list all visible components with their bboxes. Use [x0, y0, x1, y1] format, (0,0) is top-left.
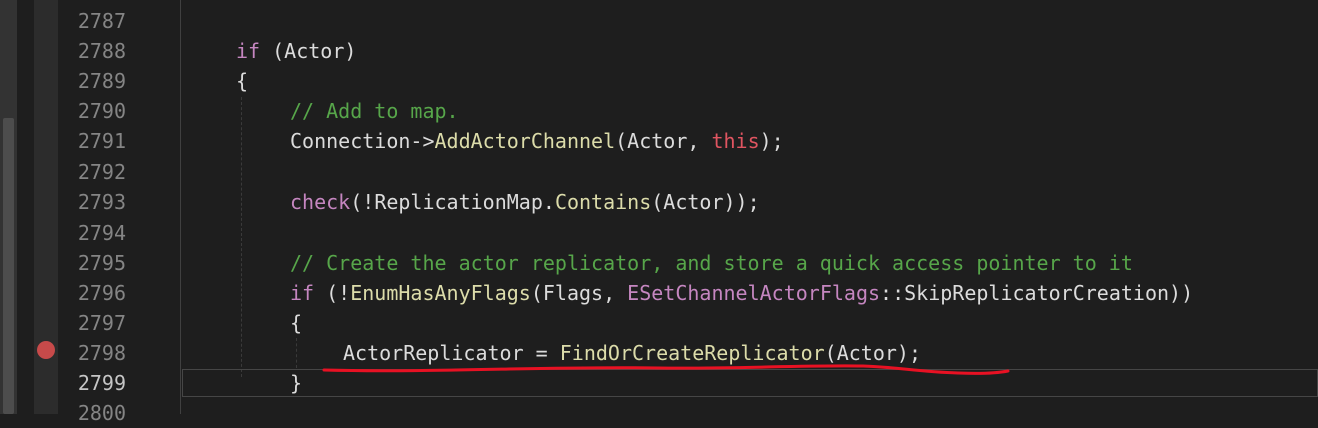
code-editor[interactable]: 2787 2788 2789 2790 2791 2792 2793 2794 … [0, 0, 1318, 425]
line-number: 2796 [77, 281, 126, 305]
code-text: (Flags, [530, 281, 628, 305]
enum-member: SkipReplicatorCreation [904, 281, 1170, 305]
line-number: 2795 [77, 251, 126, 275]
line-number: 2797 [77, 311, 126, 335]
code-text: (Actor) [260, 39, 357, 63]
line-number: 2791 [77, 129, 126, 153]
indent-guide [296, 338, 297, 368]
code-line[interactable]: if (!EnumHasAnyFlags(Flags, ESetChannelA… [290, 278, 1193, 308]
operator: . [542, 190, 555, 214]
code-line[interactable]: if (Actor) [236, 36, 356, 66]
identifier: ReplicationMap [374, 190, 543, 214]
keyword: if [236, 39, 261, 63]
line-number: 2790 [77, 99, 126, 123]
line-number-current: 2799 [77, 371, 126, 395]
function-name: EnumHasAnyFlags [350, 281, 531, 305]
line-number: 2787 [77, 9, 126, 33]
line-number: 2798 [77, 341, 126, 365]
brace: { [290, 311, 303, 335]
brace: } [290, 371, 303, 395]
code-text: (! [350, 190, 375, 214]
fold-separator [180, 0, 181, 414]
type-name: ESetChannelActorFlags [627, 281, 881, 305]
line-number: 2800 [77, 401, 126, 425]
identifier: Connection [290, 129, 411, 153]
code-text: (Actor)); [651, 190, 760, 214]
function-name: AddActorChannel [434, 129, 616, 153]
keyword: if [290, 281, 315, 305]
macro: check [290, 190, 351, 214]
line-number: 2794 [77, 221, 126, 245]
code-text: (Actor, [615, 129, 712, 153]
scrollbar-thumb[interactable] [3, 118, 14, 414]
line-number: 2789 [77, 69, 126, 93]
comment: // Create the actor replicator, and stor… [290, 251, 1133, 275]
line-number: 2793 [77, 190, 126, 214]
code-line[interactable]: { [236, 66, 248, 96]
code-line[interactable]: { [290, 308, 302, 338]
line-number: 2792 [77, 160, 126, 184]
this-keyword: this [711, 129, 760, 153]
brace: { [236, 69, 249, 93]
vertical-scrollbar[interactable] [0, 0, 17, 414]
operator: :: [880, 281, 905, 305]
code-line[interactable]: Connection->AddActorChannel(Actor, this)… [290, 126, 784, 156]
function-name: Contains [554, 190, 652, 214]
code-line[interactable]: // Add to map. [290, 96, 459, 126]
code-text: (! [314, 281, 351, 305]
line-number: 2788 [77, 39, 126, 63]
red-underline-annotation [322, 364, 1010, 375]
breakpoint-icon[interactable] [37, 341, 55, 359]
indent-guide [241, 97, 242, 377]
code-text: )) [1169, 281, 1194, 305]
operator: -> [410, 129, 435, 153]
code-line[interactable]: check(!ReplicationMap.Contains(Actor)); [290, 187, 760, 217]
code-line[interactable]: // Create the actor replicator, and stor… [290, 248, 1133, 278]
code-text: ); [759, 129, 784, 153]
comment: // Add to map. [290, 99, 459, 123]
code-line-current[interactable]: } [290, 368, 302, 398]
